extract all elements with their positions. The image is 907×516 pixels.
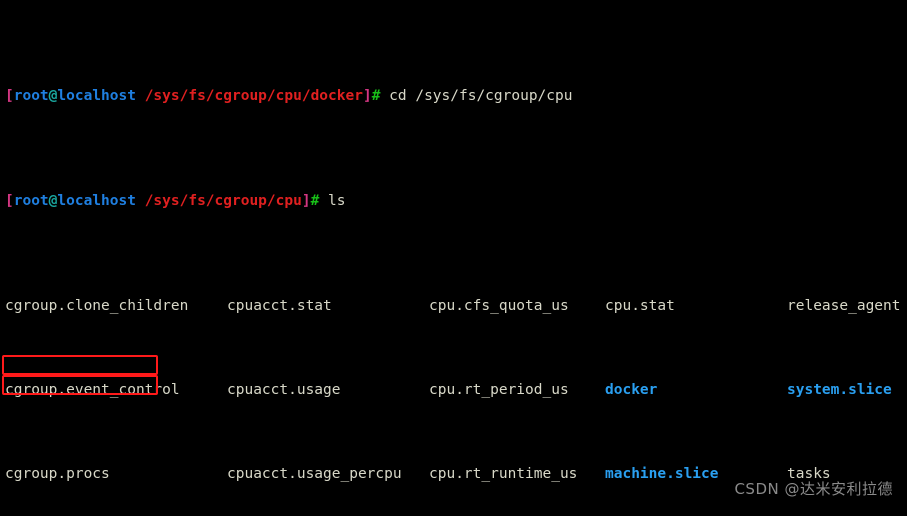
ls-entry: cpu.rt_period_us [429, 382, 569, 398]
ls-entry: cpuacct.stat [227, 298, 332, 314]
ls-entry: cgroup.procs [5, 466, 110, 482]
ls-entry: cpu.stat [605, 298, 675, 314]
ls-entry: cgroup.clone_children [5, 298, 189, 314]
ls-entry: cpuacct.usage_percpu [227, 466, 402, 482]
ls-entry: release_agent [787, 298, 901, 314]
command-line-ls-cpu: [root@localhost /sys/fs/cgroup/cpu]# ls [5, 191, 907, 212]
prompt-user: root [13, 193, 49, 209]
terminal-screen: [root@localhost /sys/fs/cgroup/cpu/docke… [5, 2, 907, 516]
ls-output-row: cgroup.event_control cpuacct.usage cpu.r… [5, 380, 907, 401]
ls-entry-directory: system.slice [787, 382, 892, 398]
command-line-cd-cpu: [root@localhost /sys/fs/cgroup/cpu/docke… [5, 86, 907, 107]
prompt-open-bracket: [ [5, 193, 14, 209]
ls-entry: cpuacct.usage [227, 382, 341, 398]
terminal-window[interactable]: [root@localhost /sys/fs/cgroup/cpu/docke… [0, 0, 907, 516]
command-text: cd /sys/fs/cgroup/cpu [380, 88, 573, 104]
command-text: ls [319, 193, 346, 209]
prompt-path: /sys/fs/cgroup/cpu/docker [135, 88, 363, 104]
prompt-open-bracket: [ [5, 88, 14, 104]
ls-output-row: cgroup.clone_children cpuacct.stat cpu.c… [5, 296, 907, 317]
ls-entry: cpu.rt_runtime_us [429, 466, 578, 482]
ls-entry: cgroup.event_control [5, 382, 180, 398]
prompt-hash: # [310, 193, 320, 209]
ls-entry-directory: machine.slice [605, 466, 719, 482]
prompt-host: localhost [57, 193, 136, 209]
prompt-path: /sys/fs/cgroup/cpu [135, 193, 302, 209]
prompt-host: localhost [57, 88, 136, 104]
prompt-close-bracket: ] [301, 193, 311, 209]
prompt-user: root [13, 88, 49, 104]
prompt-close-bracket: ] [362, 88, 372, 104]
ls-entry-directory: docker [605, 382, 658, 398]
ls-entry: cpu.cfs_quota_us [429, 298, 569, 314]
watermark: CSDN @达米安利拉德 [734, 480, 893, 498]
